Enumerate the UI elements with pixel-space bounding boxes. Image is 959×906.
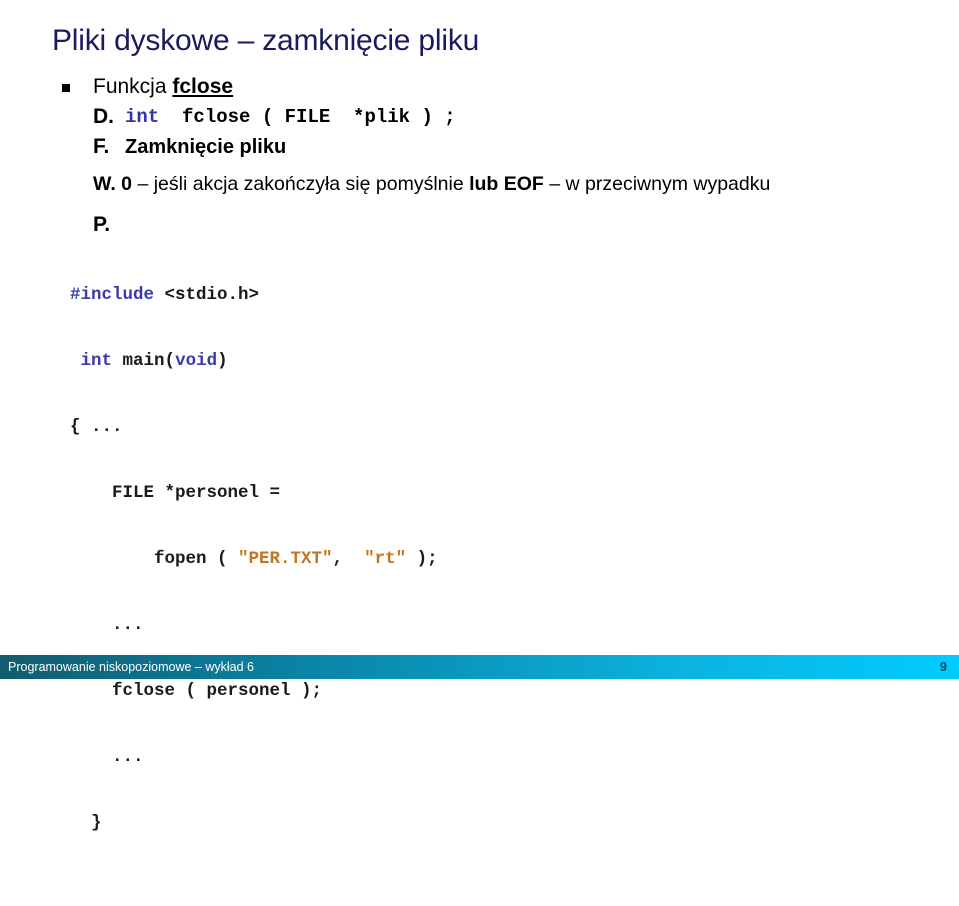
- footer-lecture-title: Programowanie niskopoziomowe – wykład 6: [8, 660, 254, 674]
- bullet-keyword-fclose: fclose: [172, 75, 234, 98]
- row-value-lub-eof: lub EOF: [469, 173, 544, 195]
- row-declaration: D. int fclose ( FILE *plik ) ;: [93, 102, 869, 132]
- row-function: F. Zamknięcie pliku: [93, 132, 869, 162]
- code-kw-void: void: [175, 351, 218, 371]
- code-line-main: int main(void): [70, 345, 959, 378]
- row-value-label: W.: [93, 173, 116, 195]
- footer-page-number: 9: [939, 659, 947, 674]
- code-paren-open: (: [164, 351, 176, 371]
- row-value-text: W. 0 – jeśli akcja zakończyła się pomyśl…: [93, 172, 869, 197]
- code-line-include: #include <stdio.h>: [70, 279, 959, 312]
- code-type-int: int: [125, 106, 160, 128]
- footer-bar: Programowanie niskopoziomowe – wykład 6 …: [0, 655, 959, 679]
- bullet-prefix-text: Funkcja: [93, 75, 173, 98]
- code-string-filename: "PER.TXT": [238, 549, 333, 569]
- square-bullet-icon: [62, 84, 70, 92]
- code-string-mode: "rt": [364, 549, 407, 569]
- row-declaration-label: D.: [93, 105, 114, 128]
- row-example: P.: [93, 210, 869, 238]
- code-fopen-separator: ,: [332, 549, 365, 569]
- slide-body: Funkcja fclose D. int fclose ( FILE *pli…: [0, 72, 959, 906]
- code-include-header: <stdio.h>: [154, 285, 260, 305]
- code-include-directive: #include: [70, 285, 155, 305]
- code-declaration-rest: fclose ( FILE *plik ) ;: [159, 106, 456, 128]
- code-line-ellipsis-1: ...: [70, 615, 144, 635]
- row-value: W. 0 – jeśli akcja zakończyła się pomyśl…: [93, 172, 869, 200]
- code-line-close-brace: }: [70, 813, 102, 833]
- code-line-ellipsis-2: ...: [70, 747, 144, 767]
- code-paren-close: ): [217, 351, 228, 371]
- bullet-item-label: Funkcja fclose: [93, 75, 233, 98]
- row-value-part4: – w przeciwnym wypadku: [543, 173, 771, 195]
- row-value-zero: 0: [121, 173, 133, 195]
- code-line-fclose: fclose ( personel );: [70, 681, 323, 701]
- page-title: Pliki dyskowe – zamknięcie pliku: [52, 24, 480, 58]
- code-kw-int: int: [80, 351, 113, 371]
- code-fopen-call: fopen (: [70, 549, 239, 569]
- row-declaration-code: int fclose ( FILE *plik ) ;: [93, 102, 869, 132]
- code-fn-main: main: [112, 351, 165, 371]
- row-function-label: F.: [93, 135, 110, 158]
- bullet-item-funkcja: Funkcja fclose: [0, 72, 959, 102]
- code-line-file-decl: FILE *personel =: [70, 483, 281, 503]
- row-value-part2: – jeśli akcja zakończyła się pomyślnie: [132, 173, 470, 195]
- code-line-open-brace: { ...: [70, 417, 123, 437]
- row-example-label: P.: [93, 213, 111, 236]
- slide: Pliki dyskowe – zamknięcie pliku Funkcja…: [0, 0, 959, 833]
- code-line-fopen: fopen ( "PER.TXT", "rt" );: [70, 543, 959, 576]
- code-listing: #include <stdio.h> int main(void) { ... …: [70, 246, 959, 906]
- row-function-text: Zamknięcie pliku: [125, 136, 287, 158]
- code-fopen-end: );: [406, 549, 438, 569]
